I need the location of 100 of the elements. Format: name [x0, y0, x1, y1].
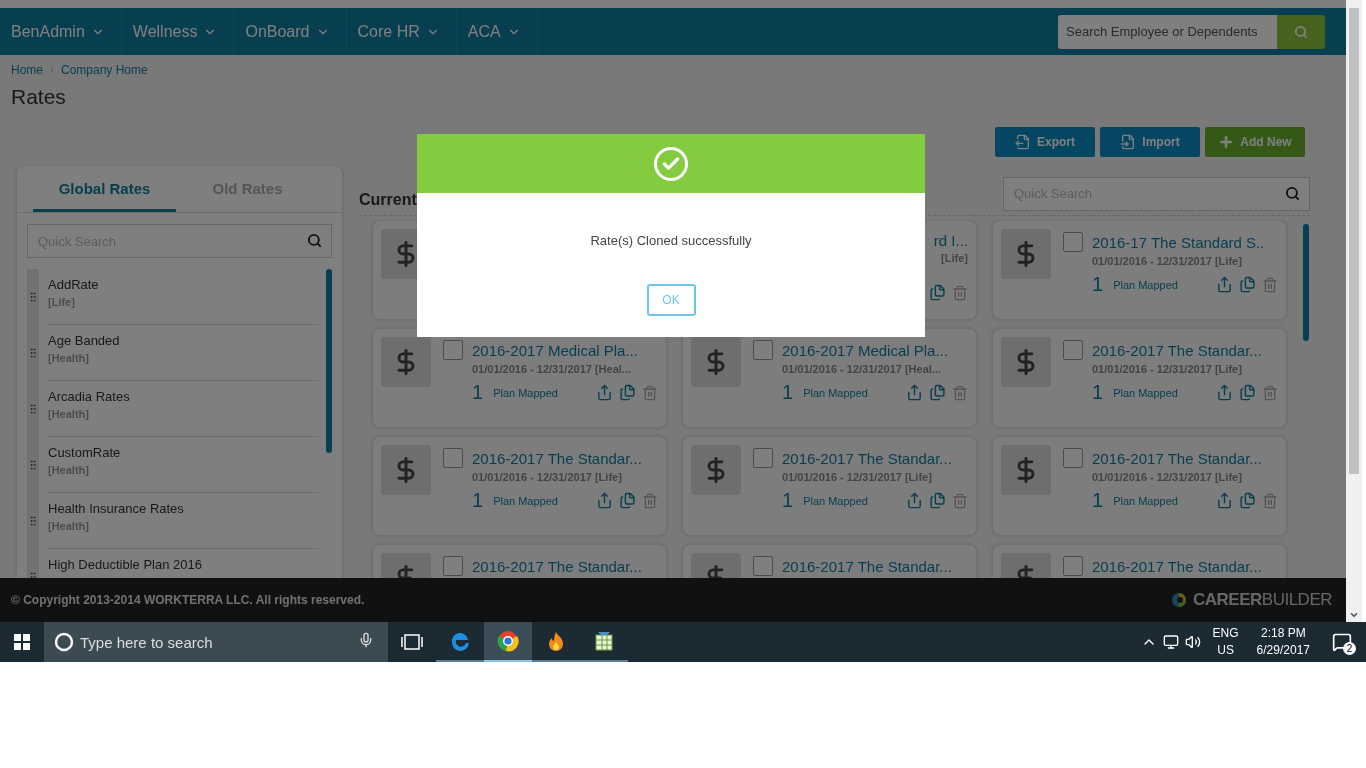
rate-card[interactable]: 2016-2017 The Standar... [372, 544, 667, 578]
rate-title[interactable]: 2016-17 The Standard S.. [1092, 233, 1265, 251]
rate-card[interactable]: 2016-2017 The Standar... [992, 544, 1287, 578]
checkbox[interactable] [443, 556, 463, 576]
checkbox[interactable] [753, 448, 773, 468]
plan-count: 1 [782, 489, 794, 512]
clone-icon[interactable] [929, 492, 946, 509]
chevron-right-icon [47, 65, 57, 75]
rate-title[interactable]: rd I... [933, 232, 968, 249]
checkbox[interactable] [1063, 232, 1083, 252]
rate-title[interactable]: 2016-2017 The Standar... [472, 449, 642, 467]
scroll-down-icon[interactable] [1349, 610, 1359, 620]
rate-title[interactable]: 2016-2017 The Standar... [1092, 449, 1262, 467]
nav-menu-item[interactable]: Core HR [346, 8, 457, 55]
rate-card[interactable]: 2016-2017 Medical Pla... 01/01/2016 - 12/31/2017 [Heal... 1 Plan Mapped [682, 328, 977, 428]
nav-menu-item[interactable]: OnBoard [234, 8, 347, 55]
delete-icon[interactable] [952, 492, 968, 509]
checkbox[interactable] [753, 556, 773, 576]
export-icon[interactable] [906, 384, 923, 401]
delete-icon[interactable] [642, 492, 658, 509]
rate-card[interactable]: 2016-17 The Standard S.. 01/01/2016 - 12/31/2017 [Life] 1 Plan Mapped [992, 220, 1287, 320]
delete-icon[interactable] [642, 384, 658, 401]
volume-icon[interactable] [1184, 634, 1201, 650]
add-button[interactable]: Add New [1205, 127, 1305, 157]
nav-menu-item[interactable]: BenAdmin [0, 8, 122, 55]
clone-icon[interactable] [1239, 276, 1256, 293]
nav-menu-item[interactable]: ACA [456, 8, 538, 55]
export-icon[interactable] [1216, 492, 1233, 509]
clock[interactable]: 2:18 PM 6/29/2017 [1250, 625, 1316, 659]
export-icon[interactable] [1216, 276, 1233, 293]
rate-card[interactable]: 2016-2017 The Standar... 01/01/2016 - 12/31/2017 [Life] 1 Plan Mapped [372, 436, 667, 536]
taskbar-search-field[interactable]: Type here to search [44, 622, 388, 662]
clone-icon[interactable] [1239, 384, 1256, 401]
checkbox[interactable] [1063, 556, 1083, 576]
drag-handle[interactable] [27, 269, 39, 325]
plan-mapped-label: Plan Mapped [493, 386, 558, 399]
scrollbar-thumb[interactable] [1303, 224, 1309, 341]
rate-title[interactable]: 2016-2017 Medical Pla... [782, 341, 948, 359]
language-indicator[interactable]: ENG US [1206, 625, 1245, 659]
search-button[interactable] [1277, 14, 1325, 49]
import-button[interactable]: Import [1100, 127, 1200, 157]
rate-title[interactable]: 2016-2017 The Standar... [782, 557, 952, 575]
rate-title[interactable]: 2016-2017 The Standar... [1092, 341, 1262, 359]
delete-icon[interactable] [952, 384, 968, 401]
notification-button[interactable]: 2 [1322, 622, 1362, 662]
export-icon[interactable] [596, 384, 613, 401]
checkbox[interactable] [1063, 340, 1083, 360]
rate-card[interactable]: 2016-2017 The Standar... 01/01/2016 - 12/31/2017 [Life] 1 Plan Mapped [992, 328, 1287, 428]
checkbox[interactable] [1063, 448, 1083, 468]
rate-name: Health Insurance Rates [48, 501, 185, 516]
circle-icon [54, 632, 74, 652]
plan-count: 1 [782, 381, 794, 404]
rate-title[interactable]: 2016-2017 Medical Pla... [472, 341, 638, 359]
rate-name: Age Banded [48, 333, 121, 348]
sidebar-tab[interactable]: Global Rates [33, 167, 176, 212]
rate-date-range: 01/01/2016 - 12/31/2017 [Life] [782, 471, 933, 483]
rate-title[interactable]: 2016-2017 The Standar... [472, 557, 642, 575]
rate-name: AddRate [48, 277, 100, 292]
export-icon[interactable] [1216, 384, 1233, 401]
export-icon[interactable] [596, 492, 613, 509]
plus-icon [1218, 134, 1235, 150]
grip-icon [27, 290, 39, 304]
file-icon [1015, 134, 1031, 150]
browser-scrollbar[interactable] [1346, 0, 1362, 622]
export-icon[interactable] [906, 492, 923, 509]
clone-icon[interactable] [619, 492, 636, 509]
ok-button[interactable]: OK [646, 284, 696, 316]
delete-icon[interactable] [1262, 492, 1278, 509]
checkbox[interactable] [443, 340, 463, 360]
notification-icon [1332, 632, 1352, 652]
delete-icon[interactable] [1262, 276, 1278, 293]
clone-icon[interactable] [929, 284, 946, 301]
clone-icon[interactable] [929, 384, 946, 401]
grip-icon [27, 458, 39, 472]
clone-icon[interactable] [1239, 492, 1256, 509]
rate-card[interactable]: 2016-2017 The Standar... 01/01/2016 - 12/31/2017 [Life] 1 Plan Mapped [682, 436, 977, 536]
search-icon [1294, 24, 1308, 39]
clone-icon[interactable] [619, 384, 636, 401]
scrollbar-thumb[interactable] [326, 269, 332, 453]
employee-search-field[interactable]: Search Employee or Dependents [1058, 14, 1277, 49]
checkbox[interactable] [443, 448, 463, 468]
breadcrumb-link[interactable]: Company Home [61, 63, 148, 77]
microphone-icon[interactable] [358, 632, 374, 648]
rate-card[interactable]: 2016-2017 The Standar... 01/01/2016 - 12/31/2017 [Life] 1 Plan Mapped [992, 436, 1287, 536]
rate-title[interactable]: 2016-2017 The Standar... [1092, 557, 1262, 575]
breadcrumb-link[interactable]: Home [11, 63, 43, 77]
export-button[interactable]: Export [995, 127, 1095, 157]
rate-card[interactable]: 2016-2017 The Standar... [682, 544, 977, 578]
delete-icon[interactable] [1262, 384, 1278, 401]
rate-date-range: 01/01/2016 - 12/31/2017 [Life] [1092, 255, 1243, 267]
plan-count: 1 [472, 489, 484, 512]
rate-card[interactable]: 2016-2017 Medical Pla... 01/01/2016 - 12/31/2017 [Heal... 1 Plan Mapped [372, 328, 667, 428]
scrollbar-thumb[interactable] [1349, 8, 1359, 474]
section-heading: Current [359, 190, 417, 209]
checkbox[interactable] [753, 340, 773, 360]
network-icon[interactable] [1162, 634, 1179, 650]
nav-menu-item[interactable]: Wellness [121, 8, 235, 55]
rate-title[interactable]: 2016-2017 The Standar... [782, 449, 952, 467]
plan-count: 1 [1092, 489, 1104, 512]
delete-icon[interactable] [952, 284, 968, 301]
